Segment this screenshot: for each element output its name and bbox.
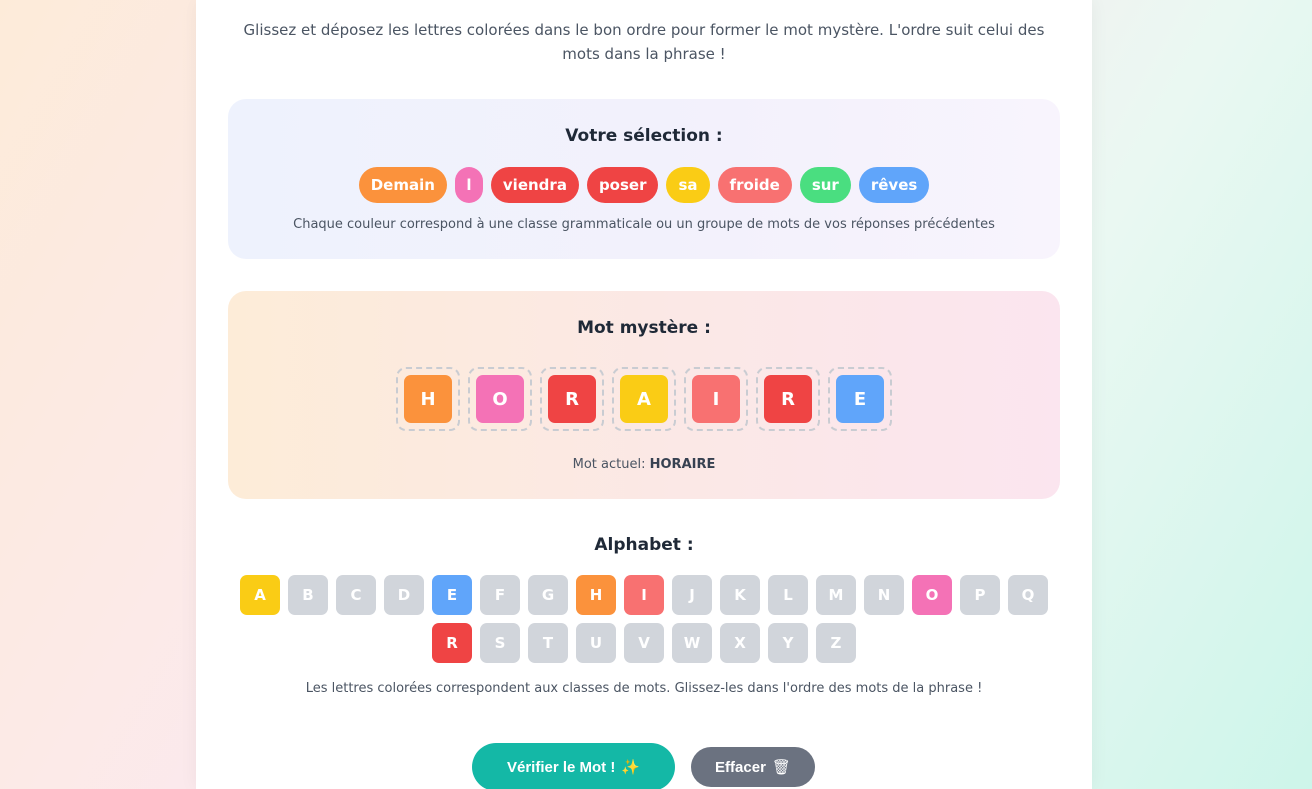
selection-title: Votre sélection :: [565, 126, 723, 146]
clear-button[interactable]: Effacer 🗑: [691, 747, 815, 787]
letter-key-t[interactable]: T: [528, 623, 568, 663]
game-card: Glissez et déposez les lettres colorées …: [196, 0, 1092, 789]
current-word-value: HORAIRE: [649, 457, 716, 472]
word-chip: sur: [799, 167, 851, 203]
letter-key-e[interactable]: E: [432, 575, 472, 615]
mystery-slots: HORAIRE: [228, 367, 1060, 431]
letter-key-k[interactable]: K: [720, 575, 760, 615]
selection-panel: Votre sélection : Demain l viendra poser sa f…: [228, 99, 1060, 259]
placed-letter-tile[interactable]: R: [764, 375, 812, 423]
current-word-label: Mot actuel:: [572, 457, 650, 472]
word-chip: Demain: [358, 167, 447, 203]
letter-slot[interactable]: E: [828, 367, 892, 431]
letter-key-j[interactable]: J: [672, 575, 712, 615]
letter-key-x[interactable]: X: [720, 623, 760, 663]
letter-key-m[interactable]: M: [816, 575, 856, 615]
letter-key-l[interactable]: L: [768, 575, 808, 615]
letter-slot[interactable]: O: [468, 367, 532, 431]
letter-key-y[interactable]: Y: [768, 623, 808, 663]
placed-letter-tile[interactable]: R: [548, 375, 596, 423]
mystery-word-panel: Mot mystère : HORAIRE Mot actuel: HORAIR…: [228, 291, 1060, 499]
alphabet-keys: ABCDEFGHIJKLMNOPQ RSTUVWXYZ: [236, 575, 1052, 663]
placed-letter-tile[interactable]: H: [404, 375, 452, 423]
letter-key-v[interactable]: V: [624, 623, 664, 663]
letter-key-w[interactable]: W: [672, 623, 712, 663]
check-word-button[interactable]: Vérifier le Mot ! ✨: [472, 743, 675, 789]
clear-label: Effacer: [715, 758, 766, 776]
letter-key-a[interactable]: A: [240, 575, 280, 615]
letter-key-o[interactable]: O: [912, 575, 952, 615]
letter-key-b[interactable]: B: [288, 575, 328, 615]
letter-slot[interactable]: H: [396, 367, 460, 431]
mystery-title: Mot mystère :: [577, 318, 711, 338]
letter-slot[interactable]: I: [684, 367, 748, 431]
word-chip: viendra: [490, 167, 579, 203]
letter-slot[interactable]: A: [612, 367, 676, 431]
word-chip: rêves: [858, 167, 930, 203]
letter-slot[interactable]: R: [540, 367, 604, 431]
selection-chips: Demain l viendra poser sa froide sur rêves: [228, 167, 1060, 203]
current-word-line: Mot actuel: HORAIRE: [228, 457, 1060, 472]
letter-key-d[interactable]: D: [384, 575, 424, 615]
word-chip: poser: [586, 167, 659, 203]
letter-key-c[interactable]: C: [336, 575, 376, 615]
letter-key-s[interactable]: S: [480, 623, 520, 663]
placed-letter-tile[interactable]: O: [476, 375, 524, 423]
letter-key-i[interactable]: I: [624, 575, 664, 615]
letter-key-q[interactable]: Q: [1008, 575, 1048, 615]
letter-slot[interactable]: R: [756, 367, 820, 431]
word-chip: sa: [666, 167, 710, 203]
trash-icon: 🗑: [771, 759, 791, 776]
placed-letter-tile[interactable]: A: [620, 375, 668, 423]
letter-key-h[interactable]: H: [576, 575, 616, 615]
placed-letter-tile[interactable]: E: [836, 375, 884, 423]
word-chip: froide: [717, 167, 792, 203]
letter-key-p[interactable]: P: [960, 575, 1000, 615]
sparkles-icon: ✨: [621, 759, 641, 776]
letter-key-u[interactable]: U: [576, 623, 616, 663]
letter-key-z[interactable]: Z: [816, 623, 856, 663]
check-word-label: Vérifier le Mot !: [506, 758, 616, 776]
letter-key-f[interactable]: F: [480, 575, 520, 615]
alphabet-note: Les lettres colorées correspondent aux c…: [305, 681, 983, 696]
placed-letter-tile[interactable]: I: [692, 375, 740, 423]
alphabet-title: Alphabet :: [594, 535, 694, 555]
letter-key-n[interactable]: N: [864, 575, 904, 615]
letter-key-g[interactable]: G: [528, 575, 568, 615]
instructions-text: Glissez et déposez les lettres colorées …: [243, 21, 1045, 63]
word-chip: l: [454, 167, 483, 203]
selection-note: Chaque couleur correspond à une classe g…: [293, 217, 995, 232]
letter-key-r[interactable]: R: [432, 623, 472, 663]
